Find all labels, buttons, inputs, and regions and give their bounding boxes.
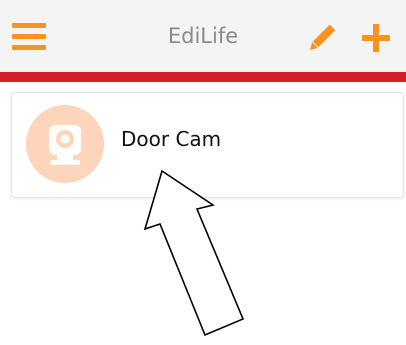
pencil-icon[interactable]	[305, 21, 339, 55]
device-name: Door Cam	[121, 127, 222, 151]
header-red-bar	[0, 72, 406, 82]
app-title: EdiLife	[167, 24, 239, 48]
device-avatar	[26, 105, 104, 183]
hamburger-menu-icon[interactable]	[12, 23, 46, 51]
camera-icon	[49, 125, 81, 165]
plus-icon[interactable]	[360, 22, 392, 54]
app-screen: EdiLife Door Cam	[0, 0, 406, 345]
device-card-door-cam[interactable]: Door Cam	[11, 92, 404, 198]
header-bar: EdiLife	[0, 0, 406, 72]
